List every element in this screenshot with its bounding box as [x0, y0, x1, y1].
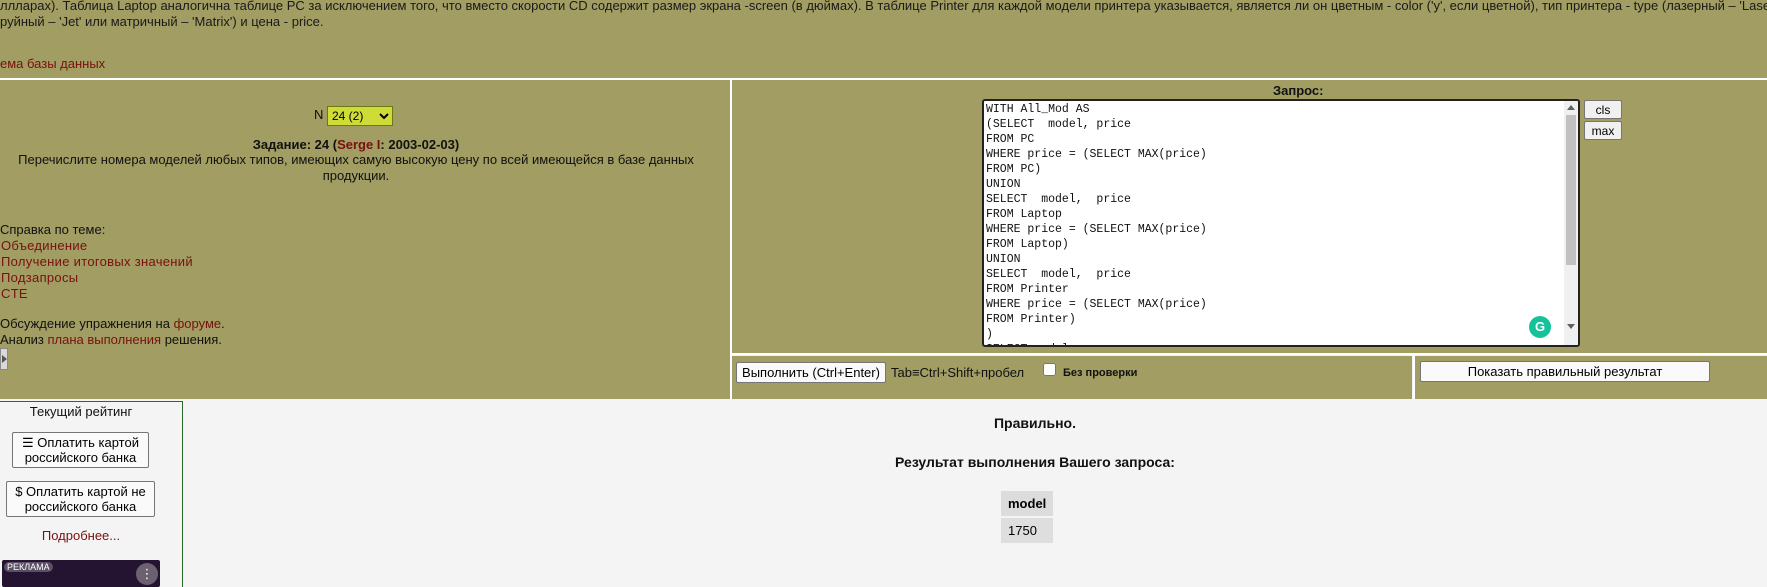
- advertisement[interactable]: РЕКЛАМА ⋮: [2, 560, 160, 587]
- forum-line: Обсуждение упражнения на форуме.: [0, 316, 225, 331]
- task-title-suffix: : 2003-02-03): [380, 137, 460, 152]
- task-description: Перечислите номера моделей любых типов, …: [18, 152, 694, 183]
- sidebar-toggle-arrow-icon[interactable]: [0, 348, 8, 370]
- task-panel: [0, 80, 730, 399]
- help-link-subqueries[interactable]: Подзапросы: [1, 270, 78, 285]
- help-link-union[interactable]: Объединение: [1, 238, 87, 253]
- plan-line: Анализ плана выполнения решения.: [0, 332, 222, 347]
- tab-hint: Tab≡Ctrl+Shift+пробел: [891, 365, 1025, 380]
- execution-plan-link[interactable]: плана выполнения: [48, 332, 162, 347]
- scroll-thumb[interactable]: [1566, 115, 1576, 265]
- rating-title: Текущий рейтинг: [29, 404, 133, 419]
- task-title: Задание: 24 (Serge I: 2003-02-03): [0, 137, 712, 152]
- scroll-up-arrow-icon[interactable]: [1567, 105, 1575, 110]
- separator-query: [730, 353, 1767, 355]
- task-number-select[interactable]: 24 (2): [327, 106, 393, 126]
- execute-button[interactable]: Выполнить (Ctrl+Enter): [736, 362, 886, 383]
- task-number-label: N: [314, 107, 324, 122]
- result-column-header: model: [1001, 491, 1054, 516]
- ad-label: РЕКЛАМА: [4, 562, 53, 572]
- result-table: model 1750: [1001, 491, 1054, 543]
- help-title: Справка по теме:: [0, 222, 106, 237]
- show-correct-result-button[interactable]: Показать правильный результат: [1420, 361, 1710, 382]
- result-title: Результат выполнения Вашего запроса:: [895, 454, 1175, 470]
- description-line-2: руйный – 'Jet' или матричный – 'Matrix')…: [0, 14, 324, 29]
- scroll-down-arrow-icon[interactable]: [1567, 324, 1575, 329]
- result-status: Правильно.: [993, 415, 1076, 431]
- database-description: ллларах). Таблица Laptop аналогична табл…: [0, 0, 1767, 30]
- query-editor[interactable]: WITH All_Mod AS (SELECT model, price FRO…: [982, 99, 1580, 347]
- query-text[interactable]: WITH All_Mod AS (SELECT model, price FRO…: [984, 101, 1578, 345]
- query-scrollbar[interactable]: [1564, 101, 1578, 345]
- maximize-button[interactable]: max: [1584, 121, 1622, 140]
- result-header-row: model: [1001, 491, 1054, 516]
- query-label: Запрос:: [1273, 83, 1324, 98]
- no-check-label: Без проверки: [1063, 367, 1138, 379]
- help-link-aggregates[interactable]: Получение итоговых значений: [1, 254, 193, 269]
- plan-suffix: решения.: [161, 332, 222, 347]
- table-cell: 1750: [1001, 516, 1054, 543]
- description-line-1: ллларах). Таблица Laptop аналогична табл…: [0, 0, 1767, 13]
- forum-suffix: .: [221, 316, 225, 331]
- plan-prefix: Анализ: [0, 332, 48, 347]
- more-details-link[interactable]: Подробнее...: [0, 528, 162, 543]
- clear-button[interactable]: cls: [1584, 100, 1622, 119]
- forum-prefix: Обсуждение упражнения на: [0, 316, 174, 331]
- forum-link[interactable]: форуме: [174, 316, 222, 331]
- database-schema-link[interactable]: ема базы данных: [0, 56, 105, 71]
- pay-russian-card-button[interactable]: ☰ Оплатить картой российского банка: [12, 432, 149, 468]
- table-row: 1750: [1001, 516, 1054, 543]
- task-title-prefix: Задание: 24 (: [252, 137, 338, 152]
- ad-menu-icon[interactable]: ⋮: [136, 563, 158, 585]
- task-author-link[interactable]: Serge I: [337, 137, 380, 152]
- grammarly-icon[interactable]: G: [1529, 316, 1551, 338]
- help-link-cte[interactable]: CTE: [1, 286, 28, 301]
- no-check-checkbox[interactable]: [1043, 363, 1056, 376]
- pay-foreign-card-button[interactable]: $ Оплатить картой не российского банка: [6, 481, 155, 517]
